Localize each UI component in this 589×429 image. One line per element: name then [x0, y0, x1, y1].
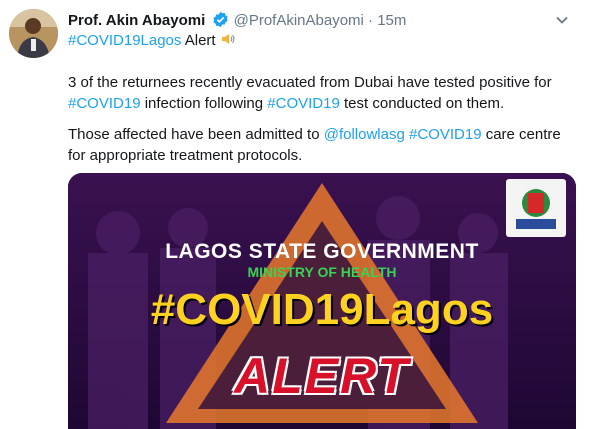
- avatar-photo: [9, 9, 58, 58]
- text-segment: test conducted on them.: [339, 95, 505, 112]
- paragraph-1-line-1: 3 of the returnees recently evacuated fr…: [68, 74, 552, 91]
- mention-followlasg[interactable]: @followlasg: [324, 126, 405, 143]
- paragraph-2-line-2: for appropriate treatment protocols.: [68, 147, 303, 164]
- text-segment: infection following: [140, 95, 268, 112]
- hashtag-covid19[interactable]: #COVID19: [68, 95, 141, 112]
- covid-hashtag-banner: #COVID19Lagos: [150, 285, 494, 334]
- hashtag-covid19-3[interactable]: #COVID19: [409, 126, 482, 143]
- paragraph-1-line-2: #COVID19 infection following #COVID19 te…: [68, 93, 504, 114]
- separator-dot: ·: [368, 12, 374, 29]
- tweet-line-1: #COVID19Lagos Alert: [68, 30, 236, 53]
- text-segment: care centre: [481, 126, 561, 143]
- hashtag-covid19-2[interactable]: #COVID19: [267, 95, 340, 112]
- alert-text: Alert: [181, 32, 216, 49]
- timestamp[interactable]: 15m: [377, 12, 406, 29]
- author-handle[interactable]: @ProfAkinAbayomi: [234, 12, 364, 29]
- author-name[interactable]: Prof. Akin Abayomi: [68, 12, 205, 29]
- speaker-icon: [220, 31, 236, 53]
- verified-badge-icon: [212, 11, 229, 32]
- paragraph-2-line-1: Those affected have been admitted to @fo…: [68, 124, 561, 145]
- alert-banner: ALERT: [234, 348, 410, 404]
- gov-heading: LAGOS STATE GOVERNMENT: [165, 240, 479, 263]
- hashtag-covid19lagos[interactable]: #COVID19Lagos: [68, 32, 181, 49]
- ministry-heading: MINISTRY OF HEALTH: [247, 264, 397, 280]
- avatar[interactable]: [9, 9, 58, 58]
- tweet-image[interactable]: LAGOS STATE GOVERNMENT MINISTRY OF HEALT…: [68, 173, 576, 429]
- text-segment: Those affected have been admitted to: [68, 126, 324, 143]
- lagos-coat-of-arms-icon: [506, 179, 566, 237]
- tweet-header: Prof. Akin Abayomi @ProfAkinAbayomi · 15…: [68, 11, 569, 31]
- chevron-down-icon[interactable]: [555, 13, 569, 30]
